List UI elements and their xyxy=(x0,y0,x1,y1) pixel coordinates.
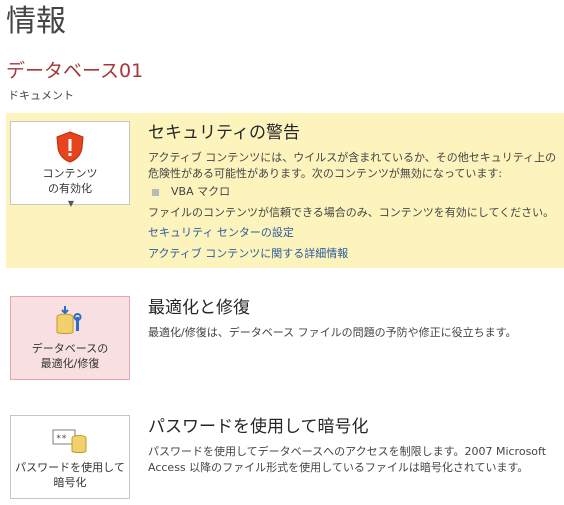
database-tools-icon xyxy=(11,305,129,339)
page-title: 情報 xyxy=(6,4,66,39)
enable-content-label-1: コンテンツ xyxy=(42,167,98,180)
encrypt-description: パスワードを使用してデータベースへのアクセスを制限します。2007 Micros… xyxy=(148,445,547,474)
compact-repair-label-1: データベースの xyxy=(31,342,109,355)
compact-repair-description: 最適化/修復は、データベース ファイルの問題の予防や修正に役立ちます。 xyxy=(148,326,517,339)
shield-warning-icon xyxy=(11,130,129,164)
password-database-icon: ** xyxy=(11,424,129,458)
trust-note: ファイルのコンテンツが信頼できる場合のみ、コンテンツを有効にしてください。 xyxy=(148,206,555,219)
compact-repair-button[interactable]: データベースの 最適化/修復 xyxy=(10,296,130,380)
compact-repair-label-2: 最適化/修復 xyxy=(40,357,100,370)
encrypt-title: パスワードを使用して暗号化 xyxy=(148,417,369,437)
disabled-content-list: VBA マクロ xyxy=(152,184,564,200)
encrypt-section: ** パスワードを使用して 暗号化 パスワードを使用して暗号化 パスワードを使用… xyxy=(6,415,564,501)
security-description: アクティブ コンテンツには、ウイルスが含まれているか、その他セキュリティ上の危険… xyxy=(148,151,557,180)
database-name: データベース01 xyxy=(6,60,144,82)
encrypt-with-password-button[interactable]: ** パスワードを使用して 暗号化 xyxy=(10,415,130,499)
disabled-item-vba: VBA マクロ xyxy=(171,185,231,198)
bullet-icon xyxy=(152,188,159,196)
dropdown-arrow-icon: ▼ xyxy=(67,199,75,208)
svg-text:**: ** xyxy=(56,434,67,444)
encrypt-label-1: パスワードを使用して xyxy=(15,461,125,474)
enable-content-button[interactable]: コンテンツ の有効化 ▼ xyxy=(10,121,130,208)
compact-repair-title: 最適化と修復 xyxy=(148,298,250,318)
active-content-info-link[interactable]: アクティブ コンテンツに関する詳細情報 xyxy=(148,245,348,261)
enable-content-label-2: の有効化 xyxy=(48,182,92,195)
compact-repair-section: データベースの 最適化/修復 最適化と修復 最適化/修復は、データベース ファイ… xyxy=(6,296,564,382)
encrypt-label-2: 暗号化 xyxy=(53,476,87,489)
security-title: セキュリティの警告 xyxy=(148,123,300,143)
security-warning-section: コンテンツ の有効化 ▼ セキュリティの警告 アクティブ コンテンツには、ウイルス… xyxy=(6,113,564,268)
database-path[interactable]: ドキュメント xyxy=(8,87,74,103)
trust-center-settings-link[interactable]: セキュリティ センターの設定 xyxy=(148,224,294,240)
